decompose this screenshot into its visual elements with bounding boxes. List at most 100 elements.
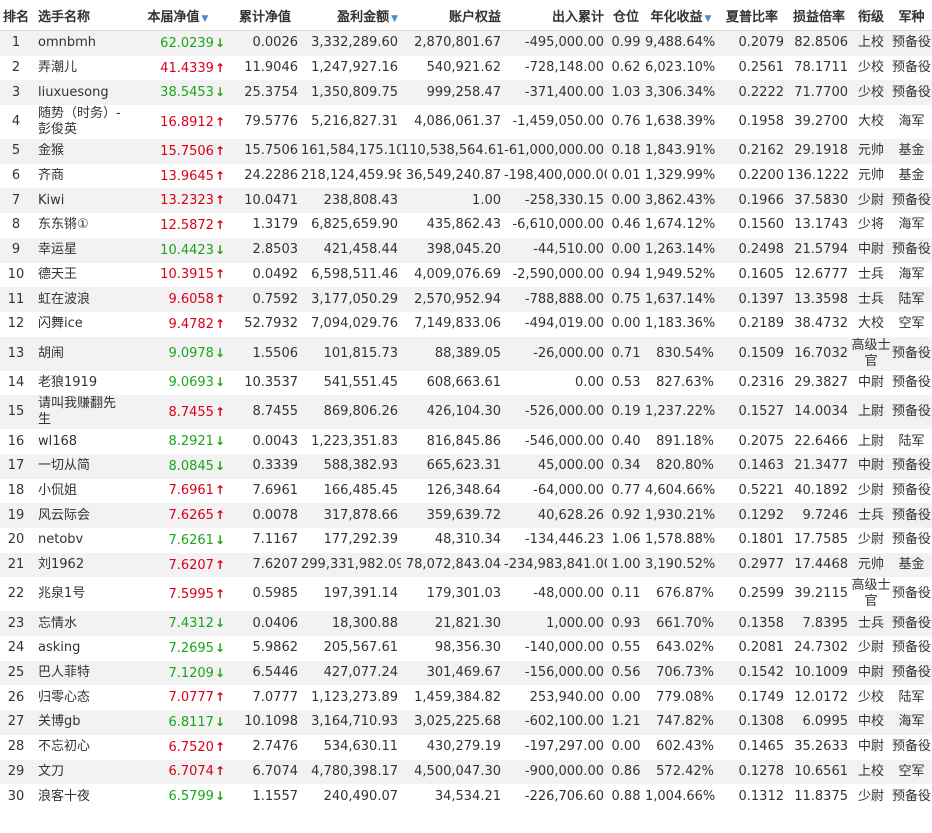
table-row[interactable]: 20 netobv 7.6261↓ 7.1167 177,292.39 48,310.34… <box>0 528 932 553</box>
arrow-down-icon: ↓ <box>214 375 225 390</box>
header-cash-flow[interactable]: 出入累计 <box>504 0 607 31</box>
table-row[interactable]: 28 不忘初心 6.7520↑ 2.7476 534,630.11 430,279.19-… <box>0 734 932 760</box>
player-name-link[interactable]: 关博gb <box>32 710 127 735</box>
table-row[interactable]: 7 Kiwi 13.2323↑ 10.0471 238,808.43 1.00 -258,3… <box>0 188 932 214</box>
table-row[interactable]: 5 金猴 15.7506↑ 15.7506 161,584,175.10 110,538,… <box>0 139 932 164</box>
current-nav-cell: 62.0239↓ <box>127 31 229 56</box>
rank-title-cell: 少将 <box>857 217 884 233</box>
sort-down-icon[interactable]: ▼ <box>705 14 712 24</box>
annual-return-cell: 1,949.52% <box>645 266 716 282</box>
player-name-link[interactable]: 兆泉1号 <box>32 577 127 611</box>
table-row[interactable]: 2 弄潮儿 41.4339↑ 11.9046 1,247,927.16 540,921.6… <box>0 55 932 81</box>
table-row[interactable]: 16 wl168 8.2921↓ 0.0043 1,223,351.83 816,845.… <box>0 429 932 454</box>
header-equity[interactable]: 账户权益 <box>401 0 504 31</box>
header-branch[interactable]: 军种 <box>891 0 932 31</box>
player-name-link[interactable]: wl168 <box>32 429 127 454</box>
table-row[interactable]: 8 东东锵① 12.5872↑ 1.3179 6,825,659.90 435,862.4… <box>0 213 932 238</box>
position-cell: 0.56 <box>611 665 641 681</box>
annual-return-cell: 9,488.64% <box>645 35 716 51</box>
player-name-link[interactable]: 闪舞ice <box>32 312 127 337</box>
player-name-link[interactable]: 胡闹 <box>32 337 127 371</box>
cumulative-nav-cell: 7.0777 <box>252 689 299 705</box>
player-name-link[interactable]: 德天王 <box>32 263 127 288</box>
header-pl-ratio[interactable]: 损益倍率 <box>787 0 851 31</box>
sharpe-cell: 0.1308 <box>738 714 785 730</box>
table-row[interactable]: 4 随势（时务）- 彭俊英 16.8912↑ 79.5776 5,216,827.31 4… <box>0 105 932 140</box>
player-name-link[interactable]: 文刀 <box>32 760 127 785</box>
cumulative-nav-cell: 8.7455 <box>252 404 299 420</box>
sort-down-icon[interactable]: ▼ <box>391 14 398 24</box>
player-name-link[interactable]: 金猴 <box>32 139 127 164</box>
player-name-link[interactable]: 幸运星 <box>32 238 127 263</box>
table-row[interactable]: 19 风云际会 7.6265↑ 0.0078 317,878.66 359,639.72 4… <box>0 503 932 528</box>
player-name-link[interactable]: 虹在波浪 <box>32 287 127 312</box>
table-row[interactable]: 29 文刀 6.7074↑ 6.7074 4,780,398.17 4,500,047.3… <box>0 759 932 785</box>
player-name-link[interactable]: asking <box>32 636 127 661</box>
table-row[interactable]: 11 虹在波浪 9.6058↑ 0.7592 3,177,050.29 2,570,952… <box>0 287 932 312</box>
player-name-link[interactable]: 巴人菲特 <box>32 661 127 686</box>
branch-cell: 预备役 <box>891 788 931 804</box>
player-name-link[interactable]: 归零心态 <box>32 685 127 710</box>
header-profit[interactable]: 盈利金额 ▼ <box>301 0 401 31</box>
cumulative-nav-cell: 7.1167 <box>252 532 299 548</box>
player-name-link[interactable]: 弄潮儿 <box>32 56 127 81</box>
arrow-up-icon: ↑ <box>214 586 225 601</box>
header-sharpe[interactable]: 夏普比率 <box>717 0 787 31</box>
table-row[interactable]: 25 巴人菲特 7.1209↓ 6.5446 427,077.24 301,469.67-… <box>0 660 932 686</box>
header-position[interactable]: 仓位 <box>607 0 645 31</box>
pl-ratio-cell: 12.6777 <box>794 266 848 282</box>
branch-cell: 预备役 <box>891 586 931 602</box>
header-current-nav[interactable]: 本届净值 ▼ <box>127 0 229 31</box>
player-name-link[interactable]: 一切从简 <box>32 454 127 479</box>
player-name-link[interactable]: 小侃姐 <box>32 479 127 504</box>
table-row[interactable]: 30 浪客十夜 6.5799↓ 1.1557 240,490.07 34,534.21 -2… <box>0 784 932 809</box>
table-row[interactable]: 27 关博gb 6.8117↓ 10.1098 3,164,710.93 3,025,22… <box>0 710 932 735</box>
header-player-name[interactable]: 选手名称 <box>32 0 127 31</box>
player-name-link[interactable]: liuxuesong <box>32 80 127 105</box>
player-name-link[interactable]: 忘情水 <box>32 611 127 636</box>
pl-ratio-cell: 38.4732 <box>794 316 848 332</box>
arrow-down-icon: ↓ <box>214 35 225 50</box>
table-row[interactable]: 18 小侃姐 7.6961↑ 7.6961 166,485.45 126,348.64 -6… <box>0 478 932 504</box>
player-name-link[interactable]: 不忘初心 <box>32 735 127 760</box>
table-row[interactable]: 3 liuxuesong 38.5453↓ 25.3754 1,350,809.75 99… <box>0 80 932 106</box>
player-name-link[interactable]: omnbmh <box>32 31 127 56</box>
profit-cell: 166,485.45 <box>323 482 398 498</box>
player-name-link[interactable]: Kiwi <box>32 188 127 213</box>
table-row[interactable]: 6 齐商 13.9645↑ 24.2286 218,124,459.98 36,549,2… <box>0 163 932 189</box>
cash-flow-cell: 1,000.00 <box>546 615 604 631</box>
player-name-link[interactable]: 随势（时务）- 彭俊英 <box>32 105 127 139</box>
header-cumulative-nav[interactable]: 累计净值 <box>229 0 301 31</box>
player-name-link[interactable]: 老狼1919 <box>32 371 127 396</box>
header-rank-title[interactable]: 衔级 <box>851 0 891 31</box>
header-rank[interactable]: 排名 <box>0 0 32 31</box>
table-row[interactable]: 24 asking 7.2695↓ 5.9862 205,567.61 98,356.30… <box>0 636 932 661</box>
current-nav-cell: 10.3915↑ <box>127 263 229 288</box>
table-row[interactable]: 21 刘1962 7.6207↑ 7.6207 299,331,982.09 78,072… <box>0 552 932 578</box>
player-name-link[interactable]: 齐商 <box>32 164 127 189</box>
sort-down-icon[interactable]: ▼ <box>202 14 209 24</box>
player-name-link[interactable]: netobv <box>32 528 127 553</box>
table-row[interactable]: 22 兆泉1号 7.5995↑ 0.5985 197,391.14 179,301.03-… <box>0 577 932 612</box>
table-row[interactable]: 23 忘情水 7.4312↓ 0.0406 18,300.88 21,821.30 1,00… <box>0 611 932 637</box>
player-name-link[interactable]: 东东锵① <box>32 213 127 238</box>
header-annual-return[interactable]: 年化收益 ▼ <box>645 0 717 31</box>
table-row[interactable]: 12 闪舞ice 9.4782↑ 52.7932 7,094,029.76 7,149,8… <box>0 311 932 337</box>
player-name-link[interactable]: 请叫我赚翻先生 <box>32 395 127 429</box>
current-nav-value: 12.5872 <box>160 217 214 233</box>
table-row[interactable]: 9 幸运星 10.4423↓ 2.8503 421,458.44 398,045.20 -4… <box>0 237 932 263</box>
player-name-link[interactable]: 刘1962 <box>32 553 127 578</box>
table-row[interactable]: 10 德天王 10.3915↑ 0.0492 6,598,511.46 4,009,076… <box>0 262 932 288</box>
table-row[interactable]: 26 归零心态 7.0777↑ 7.0777 1,123,273.89 1,459,384… <box>0 685 932 711</box>
player-name-link[interactable]: 浪客十夜 <box>32 784 127 809</box>
table-row[interactable]: 13 胡闹 9.0978↓ 1.5506 101,815.73 88,389.05 -26,… <box>0 336 932 371</box>
cash-flow-cell: -1,459,050.00 <box>512 114 604 130</box>
table-row[interactable]: 1 omnbmh 62.0239↓ 0.0026 3,332,289.60 2,870,8… <box>0 30 932 56</box>
equity-cell: 126,348.64 <box>426 482 501 498</box>
cumulative-nav-cell: 0.0026 <box>252 35 299 51</box>
table-row[interactable]: 14 老狼1919 9.0693↓ 10.3537 541,551.45 608,663.… <box>0 370 932 396</box>
table-row[interactable]: 15 请叫我赚翻先生 8.7455↑ 8.7455 869,806.26 426,104.… <box>0 395 932 430</box>
table-row[interactable]: 17 一切从简 8.0845↓ 0.3339 588,382.93 665,623.31 4… <box>0 453 932 479</box>
player-name-link[interactable]: 风云际会 <box>32 503 127 528</box>
cumulative-nav-cell: 52.7932 <box>244 316 298 332</box>
